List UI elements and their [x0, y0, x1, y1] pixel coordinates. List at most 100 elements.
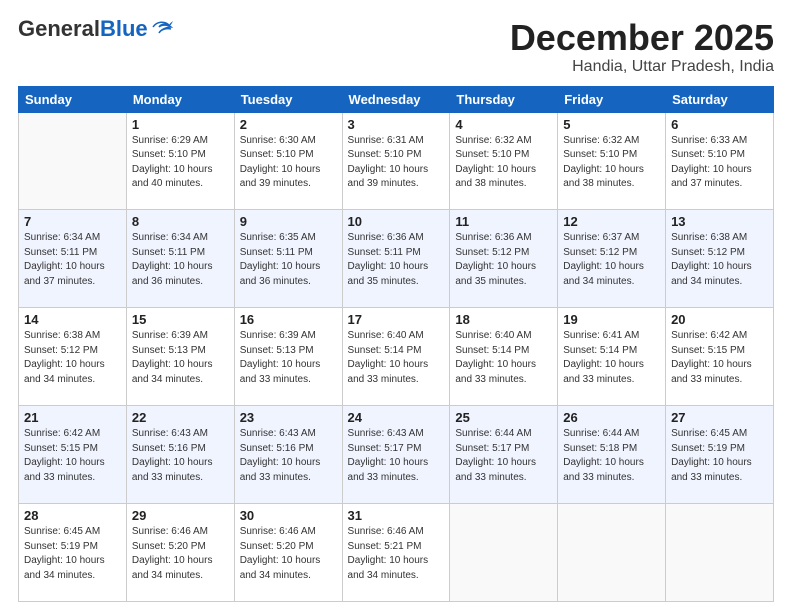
table-row: [450, 504, 558, 602]
table-row: 8 Sunrise: 6:34 AM Sunset: 5:11 PM Daylig…: [126, 210, 234, 308]
table-row: 28 Sunrise: 6:45 AM Sunset: 5:19 PM Dayli…: [19, 504, 127, 602]
day-info: Sunrise: 6:31 AM Sunset: 5:10 PM Dayligh…: [348, 134, 445, 192]
table-row: 20Sunrise: 6:42 AM Sunset: 5:15 PM Dayli…: [666, 308, 774, 406]
day-info: Sunrise: 6:32 AM Sunset: 5:10 PM Dayligh…: [563, 134, 660, 192]
col-sunday: Sunday: [19, 86, 127, 112]
title-section: December 2025 Handia, Uttar Pradesh, Ind…: [510, 18, 774, 76]
table-row: [558, 504, 666, 602]
day-number: 11: [455, 214, 552, 229]
table-row: 19 Sunrise: 6:41 AM Sunset: 5:14 PM Dayli…: [558, 308, 666, 406]
logo-blue: Blue: [100, 16, 148, 41]
day-number: 14: [24, 312, 121, 327]
col-saturday: Saturday: [666, 86, 774, 112]
day-number: 3: [348, 117, 445, 132]
day-info: Sunrise: 6:36 AM Sunset: 5:11 PM Dayligh…: [348, 231, 445, 289]
day-number: 13: [671, 214, 768, 229]
day-number: 26: [563, 410, 660, 425]
calendar-week-row: 14Sunrise: 6:38 AM Sunset: 5:12 PM Dayli…: [19, 308, 774, 406]
day-info: Sunrise: 6:36 AM Sunset: 5:12 PM Dayligh…: [455, 231, 552, 289]
day-number: 1: [132, 117, 229, 132]
day-number: 15: [132, 312, 229, 327]
day-info: Sunrise: 6:35 AM Sunset: 5:11 PM Dayligh…: [240, 231, 337, 289]
day-number: 18: [455, 312, 552, 327]
col-thursday: Thursday: [450, 86, 558, 112]
day-number: 10: [348, 214, 445, 229]
table-row: 7 Sunrise: 6:34 AM Sunset: 5:11 PM Daylig…: [19, 210, 127, 308]
day-number: 31: [348, 508, 445, 523]
table-row: 15 Sunrise: 6:39 AM Sunset: 5:13 PM Dayli…: [126, 308, 234, 406]
page: GeneralBlue December 2025 Handia, Uttar …: [0, 0, 792, 612]
day-info: Sunrise: 6:46 AM Sunset: 5:20 PM Dayligh…: [132, 525, 229, 583]
table-row: 3 Sunrise: 6:31 AM Sunset: 5:10 PM Daylig…: [342, 112, 450, 210]
day-info: Sunrise: 6:43 AM Sunset: 5:17 PM Dayligh…: [348, 427, 445, 485]
day-number: 23: [240, 410, 337, 425]
table-row: 29 Sunrise: 6:46 AM Sunset: 5:20 PM Dayli…: [126, 504, 234, 602]
day-number: 7: [24, 214, 121, 229]
day-number: 20: [671, 312, 768, 327]
day-number: 9: [240, 214, 337, 229]
calendar-week-row: 7 Sunrise: 6:34 AM Sunset: 5:11 PM Daylig…: [19, 210, 774, 308]
logo-text: GeneralBlue: [18, 18, 148, 40]
day-info: Sunrise: 6:32 AM Sunset: 5:10 PM Dayligh…: [455, 134, 552, 192]
table-row: 1 Sunrise: 6:29 AM Sunset: 5:10 PM Daylig…: [126, 112, 234, 210]
month-title: December 2025: [510, 18, 774, 58]
day-number: 27: [671, 410, 768, 425]
day-info: Sunrise: 6:45 AM Sunset: 5:19 PM Dayligh…: [671, 427, 768, 485]
day-info: Sunrise: 6:46 AM Sunset: 5:20 PM Dayligh…: [240, 525, 337, 583]
day-info: Sunrise: 6:44 AM Sunset: 5:17 PM Dayligh…: [455, 427, 552, 485]
table-row: [19, 112, 127, 210]
table-row: 2Sunrise: 6:30 AM Sunset: 5:10 PM Daylig…: [234, 112, 342, 210]
day-number: 22: [132, 410, 229, 425]
table-row: 18Sunrise: 6:40 AM Sunset: 5:14 PM Dayli…: [450, 308, 558, 406]
day-number: 21: [24, 410, 121, 425]
day-number: 12: [563, 214, 660, 229]
table-row: 30 Sunrise: 6:46 AM Sunset: 5:20 PM Dayli…: [234, 504, 342, 602]
day-info: Sunrise: 6:40 AM Sunset: 5:14 PM Dayligh…: [348, 329, 445, 387]
table-row: [666, 504, 774, 602]
day-info: Sunrise: 6:34 AM Sunset: 5:11 PM Dayligh…: [24, 231, 121, 289]
day-info: Sunrise: 6:43 AM Sunset: 5:16 PM Dayligh…: [240, 427, 337, 485]
day-info: Sunrise: 6:41 AM Sunset: 5:14 PM Dayligh…: [563, 329, 660, 387]
table-row: 5 Sunrise: 6:32 AM Sunset: 5:10 PM Daylig…: [558, 112, 666, 210]
calendar-table: Sunday Monday Tuesday Wednesday Thursday…: [18, 86, 774, 602]
table-row: 9 Sunrise: 6:35 AM Sunset: 5:11 PM Daylig…: [234, 210, 342, 308]
logo: GeneralBlue: [18, 18, 173, 40]
calendar-week-row: 1 Sunrise: 6:29 AM Sunset: 5:10 PM Daylig…: [19, 112, 774, 210]
calendar-week-row: 21Sunrise: 6:42 AM Sunset: 5:15 PM Dayli…: [19, 406, 774, 504]
day-number: 30: [240, 508, 337, 523]
logo-bird-icon: [151, 19, 173, 35]
day-number: 29: [132, 508, 229, 523]
table-row: 26 Sunrise: 6:44 AM Sunset: 5:18 PM Dayli…: [558, 406, 666, 504]
day-number: 6: [671, 117, 768, 132]
table-row: 16Sunrise: 6:39 AM Sunset: 5:13 PM Dayli…: [234, 308, 342, 406]
day-info: Sunrise: 6:44 AM Sunset: 5:18 PM Dayligh…: [563, 427, 660, 485]
subtitle: Handia, Uttar Pradesh, India: [510, 58, 774, 76]
table-row: 24 Sunrise: 6:43 AM Sunset: 5:17 PM Dayli…: [342, 406, 450, 504]
day-info: Sunrise: 6:37 AM Sunset: 5:12 PM Dayligh…: [563, 231, 660, 289]
day-number: 19: [563, 312, 660, 327]
day-number: 8: [132, 214, 229, 229]
table-row: 11 Sunrise: 6:36 AM Sunset: 5:12 PM Dayli…: [450, 210, 558, 308]
day-number: 5: [563, 117, 660, 132]
table-row: 21Sunrise: 6:42 AM Sunset: 5:15 PM Dayli…: [19, 406, 127, 504]
table-row: 10 Sunrise: 6:36 AM Sunset: 5:11 PM Dayli…: [342, 210, 450, 308]
day-number: 28: [24, 508, 121, 523]
table-row: 17Sunrise: 6:40 AM Sunset: 5:14 PM Dayli…: [342, 308, 450, 406]
day-info: Sunrise: 6:38 AM Sunset: 5:12 PM Dayligh…: [671, 231, 768, 289]
day-info: Sunrise: 6:34 AM Sunset: 5:11 PM Dayligh…: [132, 231, 229, 289]
col-tuesday: Tuesday: [234, 86, 342, 112]
table-row: 14Sunrise: 6:38 AM Sunset: 5:12 PM Dayli…: [19, 308, 127, 406]
col-wednesday: Wednesday: [342, 86, 450, 112]
day-info: Sunrise: 6:45 AM Sunset: 5:19 PM Dayligh…: [24, 525, 121, 583]
day-info: Sunrise: 6:29 AM Sunset: 5:10 PM Dayligh…: [132, 134, 229, 192]
table-row: 25Sunrise: 6:44 AM Sunset: 5:17 PM Dayli…: [450, 406, 558, 504]
day-number: 4: [455, 117, 552, 132]
table-row: 13 Sunrise: 6:38 AM Sunset: 5:12 PM Dayli…: [666, 210, 774, 308]
col-friday: Friday: [558, 86, 666, 112]
day-number: 16: [240, 312, 337, 327]
table-row: 23 Sunrise: 6:43 AM Sunset: 5:16 PM Dayli…: [234, 406, 342, 504]
day-info: Sunrise: 6:39 AM Sunset: 5:13 PM Dayligh…: [132, 329, 229, 387]
day-number: 24: [348, 410, 445, 425]
table-row: 6 Sunrise: 6:33 AM Sunset: 5:10 PM Daylig…: [666, 112, 774, 210]
day-info: Sunrise: 6:33 AM Sunset: 5:10 PM Dayligh…: [671, 134, 768, 192]
